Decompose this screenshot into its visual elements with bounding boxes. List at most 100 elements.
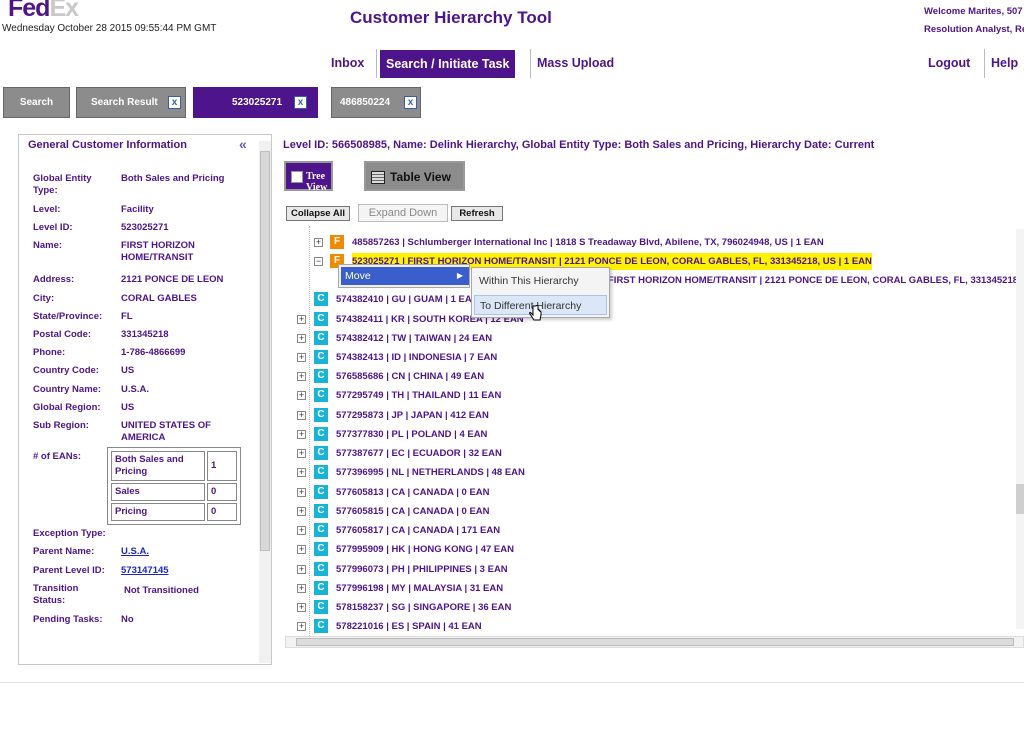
tree-horizontal-scrollbar[interactable] bbox=[285, 636, 1024, 648]
tree-node[interactable]: + C 577295873 | JP | JAPAN | 412 EAN bbox=[285, 407, 1020, 424]
parent-level-id-link[interactable]: 573147145 bbox=[121, 565, 169, 577]
expand-icon[interactable]: + bbox=[297, 468, 306, 477]
close-icon[interactable]: x bbox=[404, 96, 417, 109]
label-country-name: Country Name: bbox=[33, 384, 102, 395]
tree-node-label[interactable]: 578221016 | ES | SPAIN | 41 EAN bbox=[336, 618, 482, 635]
tree-node[interactable]: + C 577295749 | TH | THAILAND | 11 EAN bbox=[285, 387, 1020, 404]
tree-view-icon bbox=[291, 171, 303, 183]
tab-search[interactable]: Search bbox=[3, 87, 70, 118]
close-icon[interactable]: x bbox=[294, 96, 307, 109]
tree-node[interactable]: + C 577396995 | NL | NETHERLANDS | 48 EAN bbox=[285, 464, 1020, 481]
expand-icon[interactable]: + bbox=[314, 238, 323, 247]
tree-node-label[interactable]: 577295749 | TH | THAILAND | 11 EAN bbox=[336, 387, 501, 404]
collapse-icon[interactable]: − bbox=[314, 257, 323, 266]
tree-node-label[interactable]: 485857263 | Schlumberger International I… bbox=[352, 234, 824, 251]
menu-item-within-hierarchy[interactable]: Within This Hierarchy bbox=[474, 271, 607, 291]
value-pending-tasks: No bbox=[121, 614, 134, 625]
expand-icon[interactable]: + bbox=[297, 565, 306, 574]
tree-node-label[interactable]: 578158237 | SG | SINGAPORE | 36 EAN bbox=[336, 599, 511, 616]
expand-icon[interactable]: + bbox=[297, 372, 306, 381]
tree-node[interactable]: + C 576585686 | CN | CHINA | 49 EAN bbox=[285, 368, 1020, 385]
expand-icon[interactable]: + bbox=[297, 488, 306, 497]
context-menu: Move ▶ bbox=[338, 264, 470, 288]
table-icon bbox=[371, 171, 385, 184]
scrollbar-thumb[interactable] bbox=[260, 151, 270, 551]
scrollbar-thumb[interactable] bbox=[296, 638, 1014, 646]
tree-node-label[interactable]: 574382413 | ID | INDONESIA | 7 EAN bbox=[336, 349, 497, 366]
tree-node[interactable]: + C 577996198 | MY | MALAYSIA | 31 EAN bbox=[285, 580, 1020, 597]
expand-icon[interactable]: + bbox=[297, 449, 306, 458]
label-sub-region: Sub Region: bbox=[33, 420, 89, 431]
tree-node[interactable]: + C 577377830 | PL | POLAND | 4 EAN bbox=[285, 426, 1020, 443]
expand-icon[interactable]: + bbox=[297, 603, 306, 612]
tree-node[interactable]: + C 577995909 | HK | HONG KONG | 47 EAN bbox=[285, 541, 1020, 558]
expand-icon[interactable]: + bbox=[297, 507, 306, 516]
refresh-button[interactable]: Refresh bbox=[451, 206, 503, 221]
tab-486850224[interactable]: 486850224 x bbox=[331, 87, 421, 118]
tree-node[interactable]: + C 574382412 | TW | TAIWAN | 24 EAN bbox=[285, 330, 1020, 347]
country-badge-icon: C bbox=[314, 465, 328, 479]
expand-icon[interactable]: + bbox=[297, 526, 306, 535]
tree-node-label[interactable]: 577605817 | CA | CANADA | 171 EAN bbox=[336, 522, 500, 539]
tree-view-button[interactable]: Tree View bbox=[284, 161, 333, 193]
expand-icon[interactable]: + bbox=[297, 411, 306, 420]
tab-523025271[interactable]: 523025271 x bbox=[193, 87, 318, 118]
collapse-panel-icon[interactable]: « bbox=[239, 137, 257, 151]
tree-node-label[interactable]: 577387677 | EC | ECUADOR | 32 EAN bbox=[336, 445, 502, 462]
tree-node-label[interactable]: 577996198 | MY | MALAYSIA | 31 EAN bbox=[336, 580, 503, 597]
tab-label: Search bbox=[19, 97, 54, 108]
tab-label: Search Result bbox=[91, 97, 158, 108]
tree-node-label[interactable]: FIRST HORIZON HOME/TRANSIT | 2121 PONCE … bbox=[608, 272, 1024, 289]
parent-name-link[interactable]: U.S.A. bbox=[121, 546, 149, 558]
tree-node[interactable]: + C 574382413 | ID | INDONESIA | 7 EAN bbox=[285, 349, 1020, 366]
nav-inbox[interactable]: Inbox bbox=[325, 49, 370, 78]
tree-node-label[interactable]: 576585686 | CN | CHINA | 49 EAN bbox=[336, 368, 484, 385]
tree-node-label[interactable]: 577605813 | CA | CANADA | 0 EAN bbox=[336, 484, 490, 501]
tree-node[interactable]: + C 578158237 | SG | SINGAPORE | 36 EAN bbox=[285, 599, 1020, 616]
country-badge-icon: C bbox=[314, 562, 328, 576]
tree-node-label[interactable]: 574382412 | TW | TAIWAN | 24 EAN bbox=[336, 330, 492, 347]
tree-node[interactable]: + F 485857263 | Schlumberger International… bbox=[285, 234, 1020, 251]
close-icon[interactable]: x bbox=[168, 96, 181, 109]
tree-node-label[interactable]: 577605815 | CA | CANADA | 0 EAN bbox=[336, 503, 490, 520]
tree-node[interactable]: + C 577996073 | PH | PHILIPPINES | 3 EAN bbox=[285, 561, 1020, 578]
nav-mass-upload[interactable]: Mass Upload bbox=[530, 49, 620, 78]
tree-node[interactable]: + C 577387677 | EC | ECUADOR | 32 EAN bbox=[285, 445, 1020, 462]
collapse-all-button[interactable]: Collapse All bbox=[286, 206, 350, 221]
tree-node-label[interactable]: 577295873 | JP | JAPAN | 412 EAN bbox=[336, 407, 489, 424]
tree-node-label[interactable]: 574382410 | GU | GUAM | 1 EAN bbox=[336, 291, 479, 308]
expand-icon[interactable]: + bbox=[297, 584, 306, 593]
tab-search-result[interactable]: Search Result x bbox=[76, 87, 186, 118]
expand-down-button[interactable]: Expand Down bbox=[358, 204, 448, 222]
tree-vertical-scrollbar[interactable] bbox=[1016, 229, 1024, 629]
menu-item-move[interactable]: Move ▶ bbox=[341, 267, 469, 285]
table-view-button[interactable]: Table View bbox=[364, 161, 465, 191]
tree-node[interactable]: + C 577605815 | CA | CANADA | 0 EAN bbox=[285, 503, 1020, 520]
country-badge-icon: C bbox=[314, 312, 328, 326]
country-badge-icon: C bbox=[314, 331, 328, 345]
tree-node-label[interactable]: 577996073 | PH | PHILIPPINES | 3 EAN bbox=[336, 561, 508, 578]
expand-icon[interactable]: + bbox=[297, 315, 306, 324]
tree-node[interactable]: + C 574382411 | KR | SOUTH KOREA | 12 EAN bbox=[285, 311, 1020, 328]
nav-help[interactable]: Help bbox=[984, 49, 1024, 78]
tree-node-label[interactable]: 577377830 | PL | POLAND | 4 EAN bbox=[336, 426, 487, 443]
expand-icon[interactable]: + bbox=[297, 334, 306, 343]
tree-node-label[interactable]: 577396995 | NL | NETHERLANDS | 48 EAN bbox=[336, 464, 525, 481]
country-badge-icon: C bbox=[314, 600, 328, 614]
welcome-line-1: Welcome Marites, 507 bbox=[924, 6, 1023, 17]
expand-icon[interactable]: + bbox=[297, 391, 306, 400]
left-panel-scrollbar[interactable] bbox=[259, 141, 271, 663]
tree-node[interactable]: + C 577605813 | CA | CANADA | 0 EAN bbox=[285, 484, 1020, 501]
nav-logout[interactable]: Logout bbox=[922, 49, 976, 78]
scrollbar-thumb[interactable] bbox=[1016, 484, 1024, 514]
tree-node-label[interactable]: 577995909 | HK | HONG KONG | 47 EAN bbox=[336, 541, 514, 558]
expand-icon[interactable]: + bbox=[297, 545, 306, 554]
expand-icon[interactable]: + bbox=[297, 353, 306, 362]
nav-search-initiate-task[interactable]: Search / Initiate Task bbox=[380, 50, 516, 78]
tree-node[interactable]: + C 578221016 | ES | SPAIN | 41 EAN bbox=[285, 618, 1020, 635]
expand-icon[interactable]: + bbox=[297, 622, 306, 631]
expand-icon[interactable]: + bbox=[297, 430, 306, 439]
tree-node[interactable]: C 574382410 | GU | GUAM | 1 EAN bbox=[285, 291, 1020, 308]
tree-node[interactable]: + C 577605817 | CA | CANADA | 171 EAN bbox=[285, 522, 1020, 539]
panel-title: General Customer Information bbox=[28, 139, 187, 151]
